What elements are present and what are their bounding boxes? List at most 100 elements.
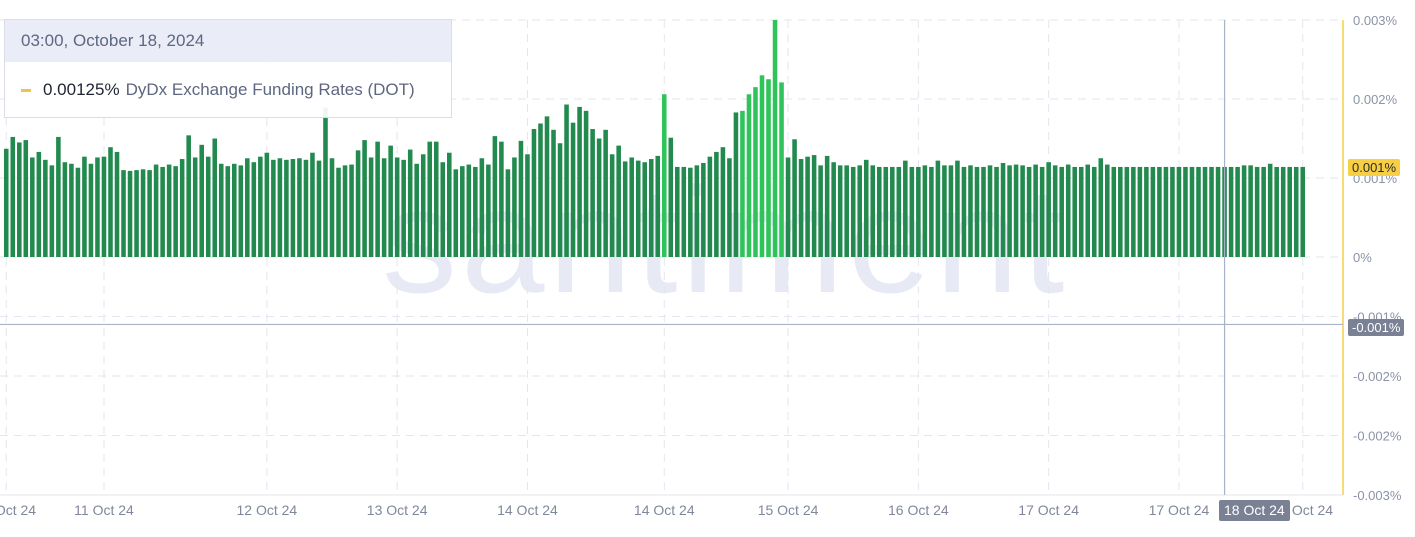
chart-bar <box>381 158 387 257</box>
chart-bar <box>1300 166 1306 257</box>
chart-bar <box>551 129 556 257</box>
chart-bar <box>779 82 784 257</box>
chart-bar <box>1183 166 1188 257</box>
chart-bar <box>714 151 719 257</box>
chart-bar <box>707 156 713 257</box>
chart-bar <box>3 148 9 257</box>
chart-bar <box>349 164 354 257</box>
chart-bar <box>218 163 224 257</box>
chart-bar <box>590 129 595 257</box>
chart-bar <box>323 107 328 257</box>
chart-bar <box>258 156 263 257</box>
chart-bar <box>1202 166 1208 257</box>
chart-bar <box>427 141 433 257</box>
chart-bar <box>648 159 654 257</box>
chart-bar <box>49 165 55 257</box>
chart-bar <box>147 170 152 257</box>
chart-bar <box>564 104 569 257</box>
chart-bar <box>56 136 61 257</box>
chart-bar <box>1209 166 1214 257</box>
chart-bar <box>82 156 87 257</box>
chart-bar <box>407 149 413 257</box>
chart-bar <box>792 139 797 257</box>
chart-bar <box>870 165 876 257</box>
chart-bar <box>303 159 309 257</box>
chart-bar <box>557 143 563 257</box>
y-tick-label: 0.003% <box>1353 13 1398 28</box>
chart-bar <box>329 158 335 257</box>
chart-bar <box>336 167 341 257</box>
chart-tooltip: 03:00, October 18, 2024 0.00125% DyDx Ex… <box>4 19 452 118</box>
chart-bar <box>1150 166 1156 257</box>
chart-bar <box>1280 166 1286 257</box>
chart-bar <box>30 157 35 257</box>
chart-bar <box>1163 166 1169 257</box>
chart-bar <box>108 147 113 257</box>
chart-bar <box>818 165 823 257</box>
chart-bar <box>1196 166 1201 257</box>
chart-bar <box>1137 166 1143 257</box>
chart-bar <box>929 166 934 257</box>
chart-bar <box>1052 165 1058 257</box>
chart-bar <box>1144 166 1149 257</box>
chart-bar <box>290 159 296 257</box>
chart-bar <box>447 152 452 257</box>
chart-bar <box>1013 164 1019 257</box>
chart-bar <box>1111 166 1117 257</box>
chart-bar <box>896 166 902 257</box>
chart-bar <box>453 169 459 257</box>
chart-bar <box>232 163 237 257</box>
x-tick-label: 11 Oct 24 <box>0 502 36 518</box>
chart-bar <box>753 87 758 258</box>
chart-bar <box>675 166 680 257</box>
chart-bar <box>75 167 81 257</box>
chart-bar <box>981 166 986 257</box>
tooltip-series-row: 0.00125% DyDx Exchange Funding Rates (DO… <box>5 62 451 118</box>
series-color-swatch <box>21 88 31 92</box>
chart-bar <box>460 166 465 257</box>
chart-bar <box>922 165 928 257</box>
x-tick-label: 12 Oct 24 <box>237 502 298 518</box>
chart-bar <box>1176 166 1182 257</box>
tooltip-series-label: DyDx Exchange Funding Rates (DOT) <box>125 80 415 99</box>
chart-bar <box>297 158 302 257</box>
chart-bar <box>1157 166 1162 257</box>
x-tick-label: 14 Oct 24 <box>497 502 558 518</box>
chart-bar <box>1026 166 1032 257</box>
chart-bar <box>271 159 276 257</box>
chart-bar <box>766 79 771 257</box>
chart-bar <box>134 170 139 257</box>
chart-bar <box>95 157 100 257</box>
chart-bar <box>831 162 836 257</box>
chart-bar <box>655 155 661 257</box>
chart-bar <box>609 154 615 257</box>
chart-bar <box>1131 166 1136 257</box>
chart-bar <box>492 136 498 257</box>
chart-bar <box>961 166 967 257</box>
chart-bar <box>160 166 165 257</box>
chart-bar <box>570 122 576 257</box>
chart-bar <box>727 158 732 257</box>
chart-bar <box>968 165 973 257</box>
chart-bar <box>1235 166 1240 257</box>
chart-bar <box>525 154 530 257</box>
chart-bar <box>342 165 348 257</box>
chart-bar <box>948 165 954 257</box>
chart-bar <box>883 166 889 257</box>
chart-bar <box>785 157 791 257</box>
chart-bar <box>1078 166 1084 257</box>
chart-bar <box>1274 166 1279 257</box>
chart-bar <box>1293 166 1299 257</box>
x-tick-label: 14 Oct 24 <box>634 502 695 518</box>
chart-bar <box>1254 166 1260 257</box>
chart-bar <box>88 163 94 257</box>
chart-bar <box>720 147 726 257</box>
chart-bar <box>1000 162 1006 257</box>
chart-bar <box>740 110 745 257</box>
chart-bar <box>759 75 765 257</box>
chart-bar <box>1215 166 1221 257</box>
chart-bar <box>1248 165 1253 257</box>
chart-bar <box>772 20 778 257</box>
chart-bar <box>850 166 856 257</box>
chart-bar <box>43 159 48 257</box>
